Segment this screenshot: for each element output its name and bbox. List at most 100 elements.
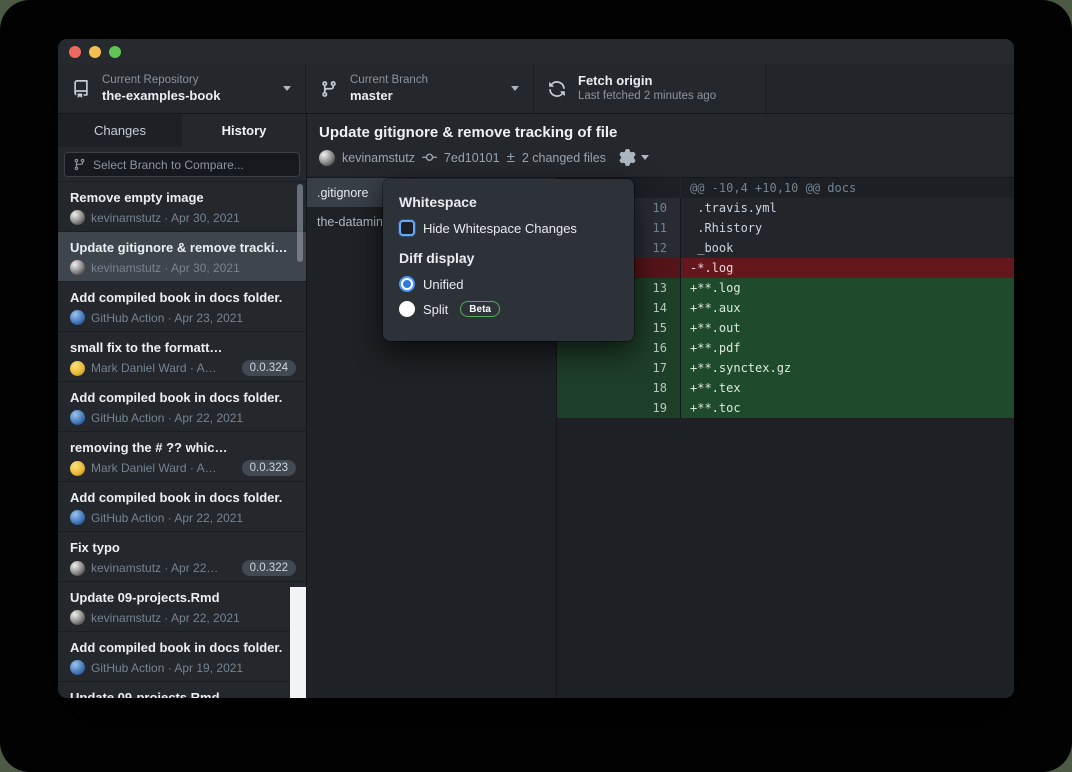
close-window-button[interactable] [69, 46, 81, 58]
current-repository-label: Current Repository [102, 73, 275, 87]
select-branch-to-compare-input[interactable]: Select Branch to Compare... [64, 152, 300, 177]
diff-line: 17 +**.synctex.gz [557, 358, 1014, 378]
diff-line-text: +**.pdf [681, 338, 1014, 358]
avatar [70, 410, 85, 425]
commit-item-meta: kevinamstutz · Apr 30, 2021 [91, 261, 296, 275]
commit-list-item[interactable]: Add compiled book in docs folder. GitHub… [58, 282, 306, 332]
diff-line-text: +**.out [681, 318, 1014, 338]
commit-list-item[interactable]: Update 09-projects.Rmd [58, 682, 306, 699]
diff-line-text: +**.toc [681, 398, 1014, 418]
version-badge: 0.0.324 [242, 360, 296, 376]
git-branch-icon [320, 80, 338, 98]
current-repository-value: the-examples-book [102, 88, 275, 104]
commit-title: Update gitignore & remove tracking of fi… [319, 124, 1000, 141]
commit-list-item[interactable]: Add compiled book in docs folder. GitHub… [58, 632, 306, 682]
tab-history[interactable]: History [182, 114, 306, 147]
sync-icon [548, 80, 566, 98]
gear-icon [619, 149, 636, 166]
avatar [70, 260, 85, 275]
version-badge: 0.0.323 [242, 460, 296, 476]
commit-item-meta: kevinamstutz · Apr 22… [91, 561, 236, 575]
current-repository-button[interactable]: Current Repository the-examples-book [58, 64, 306, 113]
diff-line-text: .Rhistory [681, 218, 1014, 238]
commit-list-item[interactable]: Add compiled book in docs folder. GitHub… [58, 382, 306, 432]
toolbar: Current Repository the-examples-book Cur… [58, 64, 1014, 114]
minimize-window-button[interactable] [89, 46, 101, 58]
commit-item-meta: GitHub Action · Apr 22, 2021 [91, 411, 296, 425]
diff-line-number: 16 [557, 338, 681, 358]
diff-display-heading: Diff display [399, 250, 618, 266]
chevron-down-icon [283, 86, 291, 91]
git-branch-icon [73, 158, 86, 171]
split-radio[interactable] [399, 301, 415, 317]
fetch-origin-label: Fetch origin [578, 73, 751, 89]
diff-options-popover: Whitespace Hide Whitespace Changes Diff … [383, 179, 634, 341]
sidebar: Changes History Select Branch to Compare… [58, 114, 307, 699]
diff-line-text: +**.log [681, 278, 1014, 298]
commit-icon [422, 150, 437, 165]
scrollbar-thumb[interactable] [297, 184, 303, 262]
commit-list-item[interactable]: Remove empty image kevinamstutz · Apr 30… [58, 182, 306, 232]
commit-item-title: Fix typo [70, 540, 296, 555]
commit-list-item[interactable]: Add compiled book in docs folder. GitHub… [58, 482, 306, 532]
current-branch-value: master [350, 88, 503, 104]
commit-list-item[interactable]: Update 09-projects.Rmd kevinamstutz · Ap… [58, 582, 306, 632]
diff-line-text: _book [681, 238, 1014, 258]
plus-minus-icon: ± [507, 150, 515, 165]
avatar [319, 150, 335, 166]
commit-list: Remove empty image kevinamstutz · Apr 30… [58, 182, 306, 699]
beta-badge: Beta [460, 301, 500, 317]
current-branch-button[interactable]: Current Branch master [306, 64, 534, 113]
diff-line-text: +**.synctex.gz [681, 358, 1014, 378]
commit-item-title: Add compiled book in docs folder. [70, 640, 296, 655]
app-window: Current Repository the-examples-book Cur… [57, 38, 1015, 699]
fetch-origin-button[interactable]: Fetch origin Last fetched 2 minutes ago [534, 64, 766, 113]
avatar [70, 610, 85, 625]
hide-whitespace-checkbox[interactable] [399, 220, 415, 236]
commit-list-item[interactable]: Update gitignore & remove tracki… kevina… [58, 232, 306, 282]
repo-icon [72, 80, 90, 98]
avatar [70, 310, 85, 325]
whitespace-heading: Whitespace [399, 194, 618, 210]
commit-list-item[interactable]: Fix typo kevinamstutz · Apr 22… 0.0.322 [58, 532, 306, 582]
split-label: Split [423, 302, 448, 317]
diff-options-button[interactable] [619, 149, 649, 166]
commit-item-meta: kevinamstutz · Apr 22, 2021 [91, 611, 296, 625]
diff-line-text: +**.aux [681, 298, 1014, 318]
diff-line-text: -*.log [681, 258, 1014, 278]
commit-item-meta: Mark Daniel Ward · A… [91, 461, 236, 475]
split-option[interactable]: Split Beta [399, 301, 618, 317]
chevron-down-icon [641, 155, 649, 160]
avatar [70, 660, 85, 675]
commit-item-title: Update 09-projects.Rmd [70, 690, 296, 699]
commit-item-title: Add compiled book in docs folder. [70, 290, 296, 305]
diff-line-text: .travis.yml [681, 198, 1014, 218]
unified-radio[interactable] [399, 276, 415, 292]
sidebar-tabs: Changes History [58, 114, 306, 147]
tab-changes[interactable]: Changes [58, 114, 182, 147]
commit-item-title: Remove empty image [70, 190, 296, 205]
avatar [70, 561, 85, 576]
scrollbar-track[interactable] [290, 587, 306, 699]
commit-item-title: Add compiled book in docs folder. [70, 490, 296, 505]
compare-placeholder: Select Branch to Compare... [93, 158, 244, 172]
diff-line-number: 18 [557, 378, 681, 398]
commit-author: kevinamstutz [342, 151, 415, 165]
unified-option[interactable]: Unified [399, 276, 618, 292]
current-branch-label: Current Branch [350, 73, 503, 87]
zoom-window-button[interactable] [109, 46, 121, 58]
diff-line-number: 17 [557, 358, 681, 378]
commit-list-item[interactable]: small fix to the formatt… Mark Daniel Wa… [58, 332, 306, 382]
chevron-down-icon [511, 86, 519, 91]
commit-header: Update gitignore & remove tracking of fi… [307, 114, 1014, 178]
avatar [70, 461, 85, 476]
toolbar-spacer [766, 64, 1014, 113]
changed-files-count: 2 changed files [522, 151, 606, 165]
version-badge: 0.0.322 [242, 560, 296, 576]
diff-line: 19 +**.toc [557, 398, 1014, 418]
hide-whitespace-option[interactable]: Hide Whitespace Changes [399, 220, 618, 236]
hide-whitespace-label: Hide Whitespace Changes [423, 221, 577, 236]
commit-list-item[interactable]: removing the # ?? whic… Mark Daniel Ward… [58, 432, 306, 482]
commit-item-title: removing the # ?? whic… [70, 440, 296, 455]
unified-label: Unified [423, 277, 463, 292]
